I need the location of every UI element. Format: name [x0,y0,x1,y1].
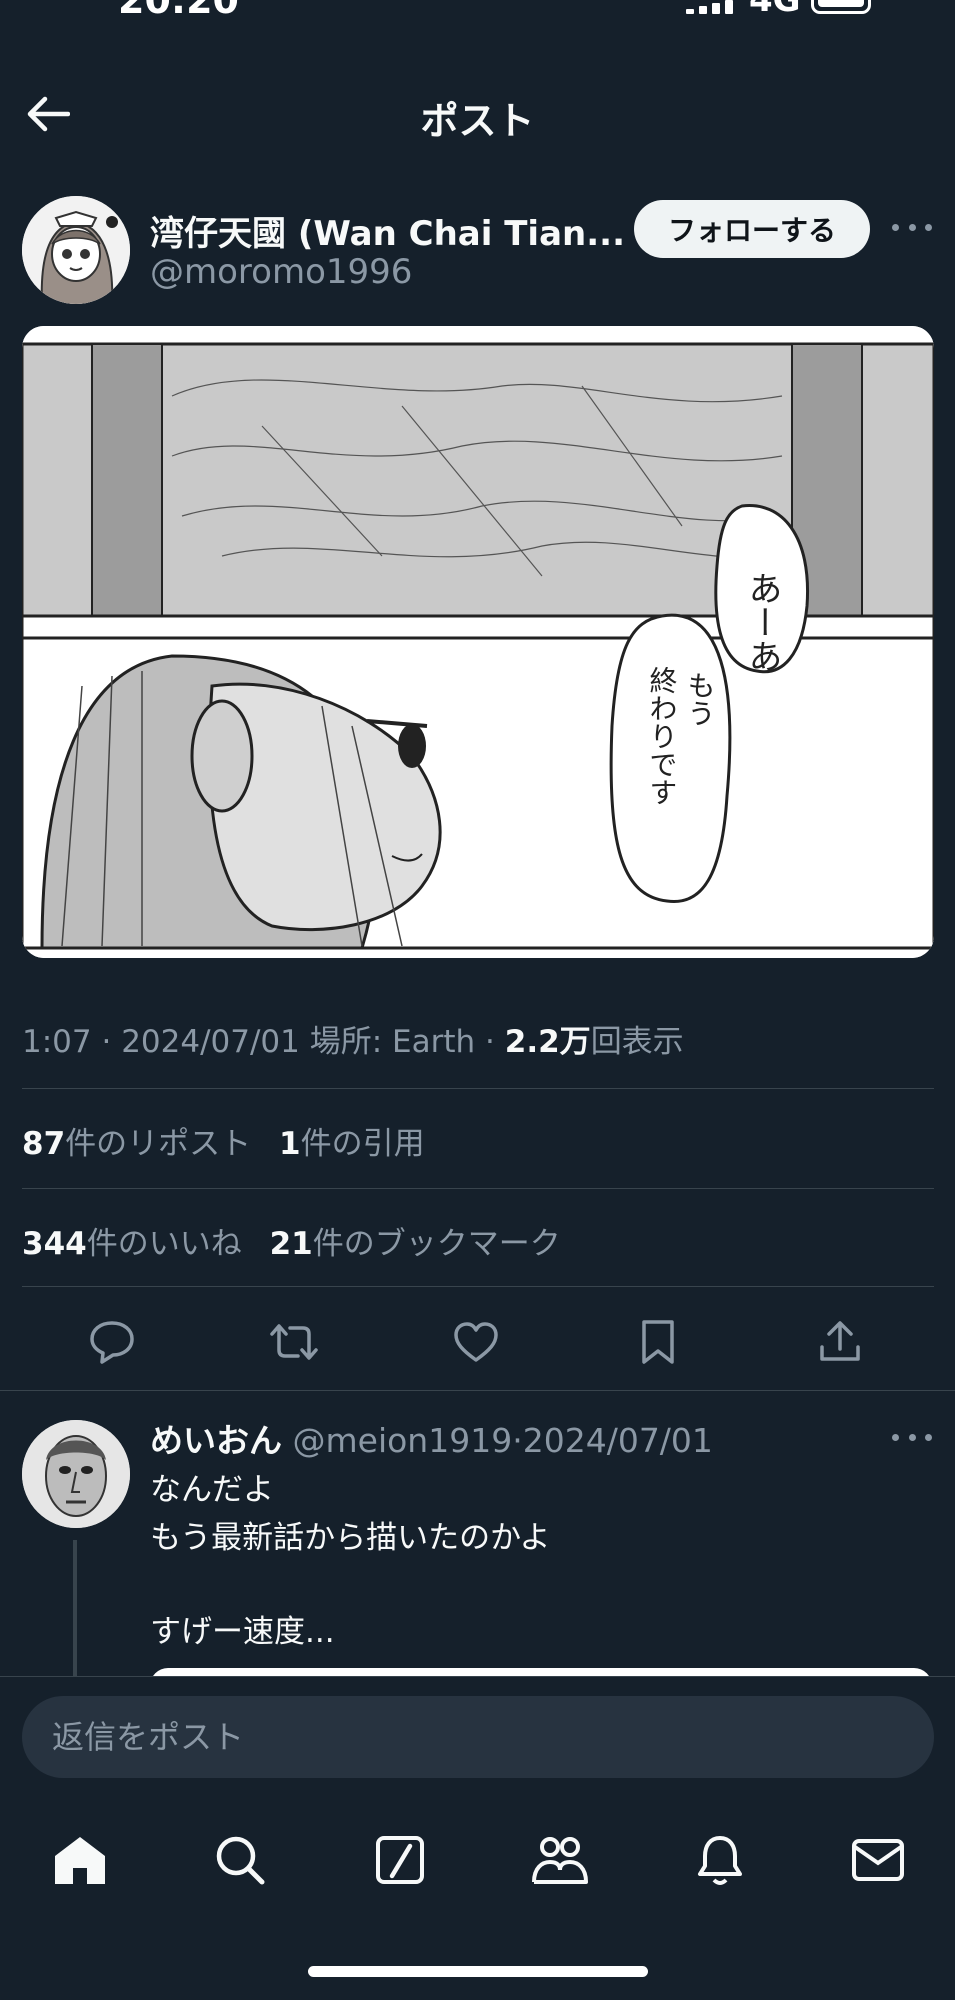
repost-quote-stats: 87件のリポスト 1件の引用 [22,1118,425,1163]
reply-date[interactable]: 2024/07/01 [523,1421,713,1460]
quotes-stat[interactable]: 1件の引用 [279,1126,425,1162]
divider [22,1286,934,1287]
reply-more-options-icon[interactable] [892,1422,932,1452]
tab-messages[interactable] [848,1830,908,1890]
tab-compose[interactable] [370,1830,430,1890]
like-bookmark-stats: 344件のいいね 21件のブックマーク [22,1218,561,1263]
tab-search[interactable] [210,1830,270,1890]
network-label: 4G [749,0,801,20]
post-time[interactable]: 1:07 [22,1024,92,1060]
tab-home[interactable] [50,1830,110,1890]
post-image[interactable]: あーあ もう 終わりです [22,326,934,958]
compose-icon [376,1836,424,1884]
reply-author-handle[interactable]: @meion1919 [293,1421,513,1460]
search-icon [216,1836,265,1885]
repost-icon [270,1324,318,1360]
divider [22,1188,934,1189]
notifications-icon [698,1836,742,1885]
bookmark-button[interactable] [632,1316,684,1368]
reply-header: めいおん @meion1919·2024/07/01 [150,1414,713,1462]
likes-stat[interactable]: 344件のいいね [22,1226,242,1262]
bookmarks-stat[interactable]: 21件のブックマーク [270,1226,561,1262]
like-icon [454,1322,498,1362]
speech-bubble-2a: もう [684,671,717,727]
bookmark-icon [642,1320,674,1364]
signal-icon [686,0,733,14]
author-name[interactable]: 湾仔天國 (Wan Chai Tian... [150,206,625,255]
reply-author-name[interactable]: めいおん [150,1421,282,1460]
post-date[interactable]: 2024/07/01 [121,1024,300,1060]
speech-bubble-1: あーあ [742,571,782,673]
battery-icon [811,0,871,14]
reply-input[interactable] [22,1696,934,1778]
page-title: ポスト [420,99,535,143]
repost-button[interactable] [268,1316,320,1368]
follow-button[interactable]: フォローする [634,200,870,258]
views-count: 2.2万 [504,1024,591,1060]
thread-line [73,1540,77,1680]
views-label: 回表示 [590,1024,684,1060]
reply-icon [90,1321,134,1364]
messages-icon [852,1839,904,1881]
reposts-stat[interactable]: 87件のリポスト [22,1126,251,1162]
divider [0,1390,955,1391]
reply-text-line: すげー速度... [150,1614,335,1650]
reply-text-line: なんだよ [150,1472,274,1508]
like-button[interactable] [450,1316,502,1368]
status-bar: 20:20 4G [0,0,955,40]
reply-avatar[interactable] [22,1420,130,1528]
speech-bubble-2b: 終わりです [646,666,679,806]
share-icon [820,1321,860,1361]
tab-notifications[interactable] [690,1830,750,1890]
author-handle[interactable]: @moromo1996 [150,252,412,292]
communities-icon [532,1837,588,1884]
divider [22,1088,934,1089]
reply-button[interactable] [86,1316,138,1368]
home-icon [55,1837,105,1884]
home-indicator [308,1966,648,1977]
more-options-icon[interactable] [892,212,932,242]
reply-text-line: もう最新話から描いたのかよ [150,1520,551,1556]
reply-separator: · [512,1421,523,1460]
author-avatar[interactable] [22,196,130,304]
status-time: 20:20 [118,0,239,22]
post-location: 場所: Earth [309,1024,476,1060]
tab-communities[interactable] [530,1830,590,1890]
share-button[interactable] [814,1316,866,1368]
post-meta: 1:07 · 2024/07/01 場所: Earth · 2.2万回表示 [22,1024,684,1060]
